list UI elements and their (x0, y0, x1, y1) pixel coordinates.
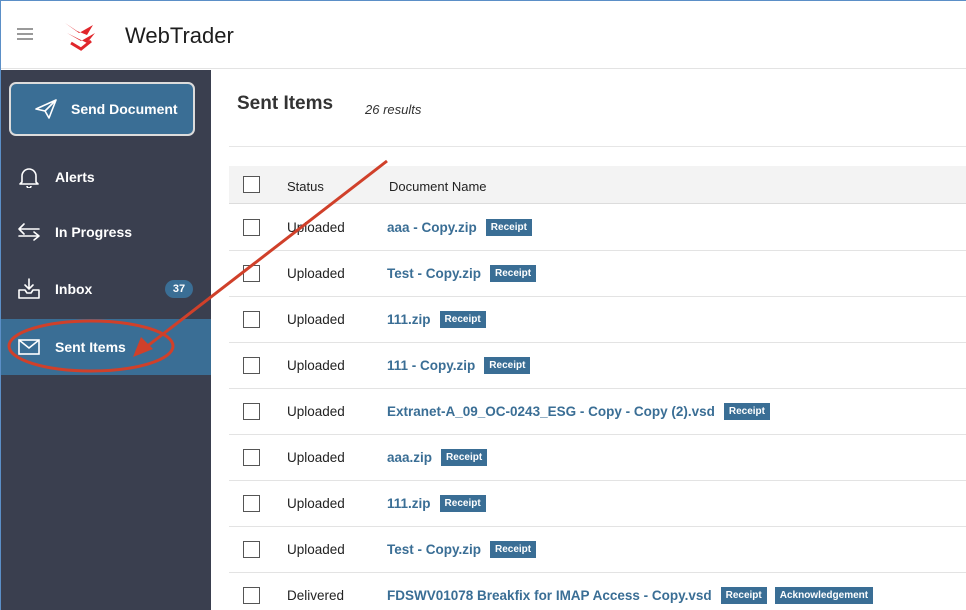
sidebar-item-sent-items[interactable]: Sent Items (1, 319, 211, 375)
table-row: Uploaded Test - Copy.zip Receipt (229, 251, 966, 297)
sidebar-item-label: Sent Items (55, 339, 126, 355)
document-link[interactable]: Extranet-A_09_OC-0243_ESG - Copy - Copy … (387, 404, 715, 419)
sidebar-item-alerts[interactable]: Alerts (1, 152, 211, 202)
document-link[interactable]: FDSWV01078 Breakfix for IMAP Access - Co… (387, 588, 712, 603)
document-link[interactable]: 111.zip (387, 496, 431, 511)
select-all-checkbox[interactable] (243, 176, 260, 193)
table-row: Uploaded 111.zip Receipt (229, 481, 966, 527)
inbox-count-badge: 37 (165, 280, 193, 298)
column-header-document-name[interactable]: Document Name (389, 179, 487, 194)
sidebar: Send Document Alerts In Progress Inbox 3… (1, 70, 211, 610)
inbox-tray-icon (18, 278, 40, 299)
receipt-tag[interactable]: Receipt (485, 219, 532, 236)
row-status: Uploaded (287, 496, 345, 511)
paper-plane-icon (35, 99, 57, 119)
receipt-tag[interactable]: Receipt (720, 587, 767, 604)
webtrader-logo (65, 23, 95, 51)
receipt-tag[interactable]: Receipt (723, 403, 770, 420)
row-status: Uploaded (287, 404, 345, 419)
column-header-status[interactable]: Status (287, 179, 324, 194)
table-row: Uploaded 111.zip Receipt (229, 297, 966, 343)
row-status: Uploaded (287, 450, 345, 465)
row-checkbox[interactable] (243, 357, 260, 374)
row-checkbox[interactable] (243, 449, 260, 466)
document-link[interactable]: aaa.zip (387, 450, 432, 465)
app-window: WebTrader Send Document Alerts In Progre… (0, 0, 966, 610)
receipt-tag[interactable]: Receipt (439, 495, 486, 512)
row-checkbox[interactable] (243, 541, 260, 558)
row-checkbox[interactable] (243, 495, 260, 512)
results-count: 26 results (365, 102, 422, 117)
receipt-tag[interactable]: Receipt (490, 541, 537, 558)
receipt-tag[interactable]: Receipt (490, 265, 537, 282)
send-document-button[interactable]: Send Document (9, 82, 195, 136)
envelope-icon (18, 339, 40, 355)
receipt-tag[interactable]: Receipt (439, 311, 486, 328)
row-checkbox[interactable] (243, 587, 260, 604)
sidebar-item-label: In Progress (55, 224, 133, 240)
bell-icon (19, 168, 39, 188)
arrows-exchange-icon (18, 223, 40, 241)
main-content: Sent Items 26 results Status Document Na… (211, 70, 966, 610)
row-checkbox[interactable] (243, 311, 260, 328)
row-status: Uploaded (287, 312, 345, 327)
receipt-tag[interactable]: Receipt (441, 449, 488, 466)
divider (229, 146, 966, 147)
hamburger-menu-icon[interactable] (17, 28, 33, 40)
table-row: Uploaded Extranet-A_09_OC-0243_ESG - Cop… (229, 389, 966, 435)
receipt-tag[interactable]: Receipt (484, 357, 531, 374)
sidebar-item-inbox[interactable]: Inbox 37 (1, 264, 211, 314)
table-header: Status Document Name (229, 166, 966, 204)
page-title: Sent Items (237, 93, 334, 114)
document-link[interactable]: 111 - Copy.zip (387, 358, 475, 373)
row-status: Uploaded (287, 542, 345, 557)
sidebar-item-label: Inbox (55, 281, 93, 297)
document-link[interactable]: Test - Copy.zip (387, 542, 481, 557)
document-link[interactable]: aaa - Copy.zip (387, 220, 477, 235)
top-header: WebTrader (1, 1, 966, 69)
row-checkbox[interactable] (243, 403, 260, 420)
row-checkbox[interactable] (243, 265, 260, 282)
acknowledgement-tag[interactable]: Acknowledgement (774, 587, 874, 604)
row-status: Uploaded (287, 358, 345, 373)
sidebar-item-in-progress[interactable]: In Progress (1, 207, 211, 257)
table-row: Uploaded aaa.zip Receipt (229, 435, 966, 481)
document-link[interactable]: Test - Copy.zip (387, 266, 481, 281)
table-row: Delivered FDSWV01078 Breakfix for IMAP A… (229, 573, 966, 610)
table-row: Uploaded aaa - Copy.zip Receipt (229, 205, 966, 251)
sidebar-item-label: Alerts (55, 169, 95, 185)
row-status: Uploaded (287, 266, 345, 281)
document-link[interactable]: 111.zip (387, 312, 431, 327)
table-row: Uploaded Test - Copy.zip Receipt (229, 527, 966, 573)
row-checkbox[interactable] (243, 219, 260, 236)
send-document-label: Send Document (71, 101, 178, 117)
table-row: Uploaded 111 - Copy.zip Receipt (229, 343, 966, 389)
row-status: Uploaded (287, 220, 345, 235)
app-title: WebTrader (125, 23, 234, 48)
row-status: Delivered (287, 588, 345, 603)
